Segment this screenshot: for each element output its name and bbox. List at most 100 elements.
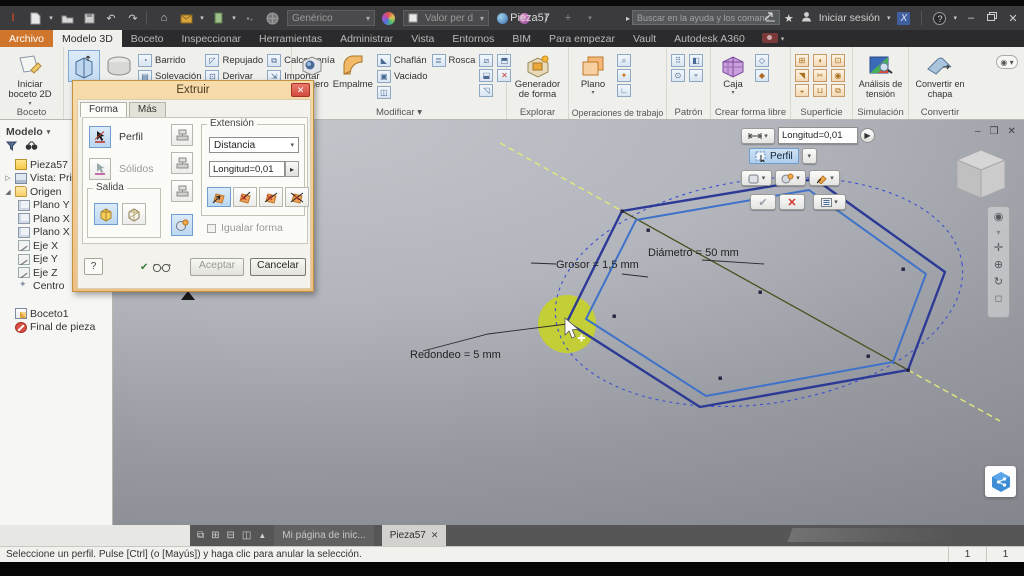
limite-icon[interactable]: ◒ <box>795 84 809 97</box>
doc-close-icon[interactable]: ✕ <box>1008 126 1016 137</box>
help-dropdown-icon[interactable]: ▾ <box>953 14 957 22</box>
pan-icon[interactable]: ✛ <box>994 243 1003 254</box>
extender-icon[interactable]: ⊡ <box>831 54 845 67</box>
longitud-flyout-icon[interactable]: ▸ <box>285 161 299 177</box>
help-search-input[interactable]: Buscar en la ayuda y los comanc <box>632 10 780 25</box>
tab-vault[interactable]: Vault <box>624 30 665 47</box>
reparar-icon[interactable]: ⊔ <box>813 84 827 97</box>
tab-autodesk-a360[interactable]: Autodesk A360 <box>665 30 754 47</box>
tab-administrar[interactable]: Administrar <box>331 30 402 47</box>
diametro-annotation[interactable]: Diámetro = 50 mm <box>648 247 739 259</box>
direction-mode-button[interactable]: ▾ <box>809 170 840 186</box>
tab-archivo[interactable]: Archivo <box>0 30 53 47</box>
search-binoculars-icon[interactable] <box>25 141 38 154</box>
tab-para-empezar[interactable]: Para empezar <box>540 30 624 47</box>
zoom-icon[interactable]: ⊕ <box>994 260 1003 271</box>
trim-icon[interactable]: ✂ <box>813 69 827 82</box>
select-icon[interactable]: ▪₊ <box>241 10 259 26</box>
options-list-button[interactable]: ▾ <box>813 194 846 210</box>
favorites-star-icon[interactable]: ★ <box>784 12 794 25</box>
redondeo-annotation[interactable]: Redondeo = 5 mm <box>410 349 501 361</box>
preview-toggle[interactable]: ✔ <box>140 261 172 273</box>
restore-button[interactable] <box>985 12 999 24</box>
direction-symmetric-button[interactable] <box>259 187 283 207</box>
output-solid-button[interactable]: ▾ <box>741 170 772 186</box>
profile-select-button[interactable]: Perfil <box>749 148 799 164</box>
tab-boceto[interactable]: Boceto <box>122 30 173 47</box>
simetria-icon[interactable]: ◧ <box>689 54 703 67</box>
update-icon[interactable] <box>209 10 227 26</box>
tree-item-final-de-pieza[interactable]: Final de pieza <box>4 321 112 335</box>
desplazar-cara-icon[interactable]: ⬓ <box>479 69 493 82</box>
sign-in-dropdown-icon[interactable]: ▾ <box>887 14 891 22</box>
ajustar-icon[interactable]: ⧉ <box>831 84 845 97</box>
new-file-icon[interactable] <box>26 10 44 26</box>
ribbon-collapse-icon[interactable]: ◉ ▾ <box>996 55 1018 69</box>
dialog-expand-triangle-icon[interactable] <box>181 291 195 300</box>
camera-dropdown-icon[interactable]: ▾ <box>778 30 788 47</box>
collapse-icon[interactable]: ◢ <box>4 188 12 196</box>
direction-asymmetric-button[interactable] <box>285 187 309 207</box>
user-icon[interactable] <box>801 11 812 25</box>
world-icon[interactable] <box>263 10 281 26</box>
color-wheel-icon[interactable] <box>379 10 397 26</box>
convertir-en-chapa-button[interactable]: Convertir en chapa <box>913 50 967 100</box>
tab-home-page[interactable]: Mi página de inic... <box>274 525 373 546</box>
tab-close-icon[interactable]: ✕ <box>431 530 439 541</box>
doblar-pieza-icon[interactable]: ◹ <box>479 84 493 97</box>
update-dropdown-icon[interactable]: ▾ <box>231 10 237 26</box>
extent-mode-button[interactable]: ▾ <box>741 128 775 144</box>
dialog-help-button[interactable]: ? <box>84 258 103 275</box>
profile-dropdown-icon[interactable]: ▾ <box>802 148 817 164</box>
group-label-modificar[interactable]: Modificar ▾ <box>292 107 506 118</box>
dividir-icon[interactable]: ⧄ <box>479 54 493 67</box>
dialog-tab-forma[interactable]: Forma <box>80 102 127 117</box>
patron-rectangular-icon[interactable]: ⠿ <box>671 54 685 67</box>
diameter-line[interactable] <box>622 211 908 370</box>
tree-item-boceto1[interactable]: Boceto1 <box>4 307 112 321</box>
redo-icon[interactable]: ↷ <box>124 10 142 26</box>
viewcube[interactable] <box>949 146 1013 213</box>
perfil-select-button[interactable] <box>89 126 111 148</box>
extruir-button[interactable] <box>68 50 100 82</box>
tile-vertical-icon[interactable]: ◫ <box>242 530 251 541</box>
open-icon[interactable] <box>58 10 76 26</box>
plano-libre-icon[interactable]: ◇ <box>755 54 769 67</box>
salida-solido-button[interactable] <box>94 203 118 225</box>
esculpir-icon[interactable]: ◖ <box>813 54 827 67</box>
tab-entornos[interactable]: Entornos <box>443 30 503 47</box>
share-overlay-button[interactable] <box>985 466 1016 497</box>
home-icon[interactable]: ⌂ <box>155 10 173 26</box>
dialog-title[interactable]: Extruir <box>73 81 313 99</box>
doc-restore-icon[interactable]: ❒ <box>990 126 999 137</box>
tile-windows-icon[interactable]: ⊞ <box>211 530 219 541</box>
close-button[interactable]: ✕ <box>1006 12 1020 25</box>
camera-icon[interactable] <box>762 33 778 43</box>
rosca-button[interactable]: ≣Rosca <box>432 54 476 67</box>
length-input[interactable]: Longitud=0,01 <box>778 127 858 144</box>
tab-modelo-3d[interactable]: Modelo 3D <box>53 30 122 47</box>
direction-default-button[interactable] <box>207 187 231 207</box>
expand-icon[interactable]: ▷ <box>4 174 12 182</box>
material-combo[interactable]: Genérico▾ <box>287 10 375 26</box>
direction-flipped-button[interactable] <box>233 187 257 207</box>
look-at-icon[interactable]: ◻ <box>995 294 1002 303</box>
igualar-forma-checkbox[interactable]: Igualar forma <box>207 222 283 234</box>
aceptar-button[interactable]: Aceptar <box>190 258 244 276</box>
extent-face-button-2[interactable] <box>171 152 193 174</box>
minimize-button[interactable]: – <box>964 12 978 24</box>
tab-herramientas[interactable]: Herramientas <box>250 30 331 47</box>
grosor-annotation[interactable]: Grosor = 1,5 mm <box>556 259 639 271</box>
barrido-button[interactable]: ◔Barrido <box>138 54 201 67</box>
ok-check-button[interactable]: ✔ <box>750 194 776 210</box>
undo-icon[interactable]: ↶ <box>102 10 120 26</box>
longitud-input[interactable]: Longitud=0,01 <box>209 161 285 177</box>
extent-face-button-3[interactable] <box>171 180 193 202</box>
open-from-vault-icon[interactable] <box>177 10 195 26</box>
exchange-apps-icon[interactable]: X <box>897 12 910 25</box>
share-screen-icon[interactable] <box>764 11 777 25</box>
analisis-de-tension-button[interactable]: Análisis de tensión <box>857 50 904 100</box>
solid-mode-button[interactable] <box>171 214 193 236</box>
convertir-libre-icon[interactable]: ◆ <box>755 69 769 82</box>
orbit-icon[interactable]: ↻ <box>994 277 1003 288</box>
